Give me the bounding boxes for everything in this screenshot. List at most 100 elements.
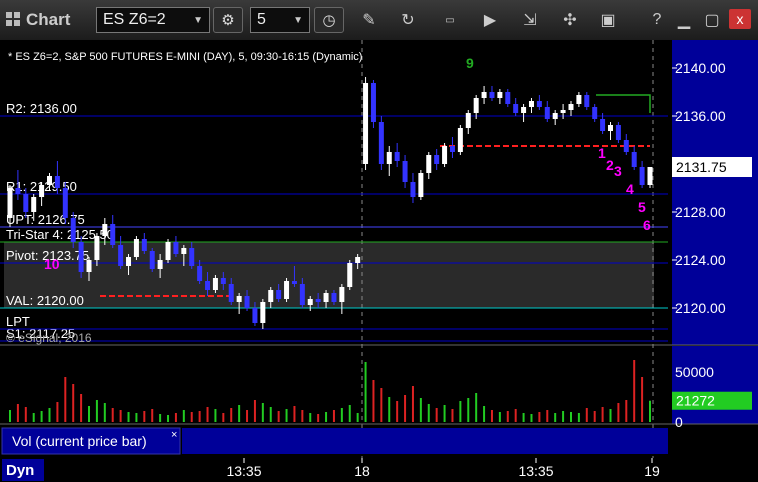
volume-legend-close[interactable]: × xyxy=(171,429,177,441)
candle-body xyxy=(15,188,21,194)
candle-body xyxy=(181,248,187,254)
chart-svg: R2: 2136.00R1: 2129.50UPT: 2126.75Tri-St… xyxy=(0,40,758,482)
candle-body xyxy=(402,161,408,182)
play-button[interactable]: ▶ xyxy=(478,7,502,33)
help-button[interactable]: ? xyxy=(645,7,669,33)
candle-body xyxy=(489,92,495,98)
candle-body xyxy=(394,152,400,161)
level-label: LPT xyxy=(6,314,30,329)
candle-body xyxy=(528,101,534,107)
candle-body xyxy=(592,107,598,119)
candle-body xyxy=(544,107,550,119)
symbol-input[interactable]: ES Z6=2 ▼ xyxy=(96,7,210,33)
candle-body xyxy=(355,257,361,263)
candle-body xyxy=(220,278,226,284)
chevron-down-icon[interactable]: ▼ xyxy=(193,15,203,26)
maximize-button[interactable]: ▢ xyxy=(700,7,724,33)
toolbar: Chart ES Z6=2 ▼ ⚙ 5 ▼ ◷ ✎ ↻ ▭ ▶ ⇲ ✣ ▣ ? ▁ … xyxy=(0,0,758,41)
refresh-button[interactable]: ↻ xyxy=(396,7,420,33)
link-button[interactable]: ⇲ xyxy=(518,7,542,33)
candle-body xyxy=(94,236,100,260)
candle-body xyxy=(7,188,13,218)
candle-body xyxy=(576,95,582,104)
interval-input[interactable]: 5 ▼ xyxy=(250,7,310,33)
candle-body xyxy=(228,284,234,302)
candle-body xyxy=(54,176,60,188)
clock-button[interactable]: ◷ xyxy=(314,7,344,33)
candle-body xyxy=(331,293,337,302)
candle-body xyxy=(236,296,242,302)
close-button[interactable]: x xyxy=(729,9,751,29)
settings-gear-button[interactable]: ⚙ xyxy=(213,7,243,33)
volume-tick-label: 50000 xyxy=(675,364,714,380)
candle-body xyxy=(212,278,218,290)
candle-body xyxy=(584,95,590,107)
link-icon: ⇲ xyxy=(523,12,537,29)
dyn-label: Dyn xyxy=(6,462,34,479)
help-icon: ? xyxy=(652,11,662,28)
get-button[interactable]: ▭ xyxy=(438,7,462,33)
candle-body xyxy=(639,167,645,185)
candle-body xyxy=(370,83,376,122)
candle-body xyxy=(126,257,132,266)
candle-body xyxy=(284,281,290,299)
volume-current-label: 21272 xyxy=(676,393,715,409)
monitor-icon: ▣ xyxy=(600,12,616,29)
candle-body xyxy=(205,281,211,290)
value-area-band xyxy=(4,242,654,308)
interval-value: 5 xyxy=(257,11,266,28)
candle-body xyxy=(78,242,84,272)
count-marker: 6 xyxy=(643,217,651,233)
clock-icon: ◷ xyxy=(322,12,336,29)
tools-button[interactable]: ✣ xyxy=(558,7,582,33)
x-tick-label: 19 xyxy=(644,463,660,479)
candle-body xyxy=(70,218,76,242)
candle-body xyxy=(197,266,203,281)
candle-body xyxy=(615,125,621,140)
volume-legend-label: Vol (current price bar) xyxy=(12,433,147,449)
candle-body xyxy=(434,155,440,164)
close-icon: x xyxy=(736,11,744,27)
count-marker: 5 xyxy=(638,199,646,215)
candle-body xyxy=(600,119,606,131)
candle-body xyxy=(410,182,416,197)
count-marker: 9 xyxy=(466,55,474,71)
refresh-icon: ↻ xyxy=(401,12,415,29)
candle-body xyxy=(86,260,92,272)
candle-body xyxy=(299,284,305,305)
monitor-button[interactable]: ▣ xyxy=(596,7,620,33)
price-tick-label: 2128.00 xyxy=(675,204,726,220)
level-label: R2: 2136.00 xyxy=(6,101,77,116)
watermark: © eSignal, 2016 xyxy=(6,331,92,345)
candle-body xyxy=(315,299,321,302)
candle-body xyxy=(110,224,116,245)
volume-legend-strip xyxy=(182,428,668,454)
candle-body xyxy=(260,302,266,323)
count-marker: 3 xyxy=(614,163,622,179)
count-marker: 2 xyxy=(606,157,614,173)
tools-icon: ✣ xyxy=(563,12,577,29)
volume-tick-label: 0 xyxy=(675,414,683,430)
candle-body xyxy=(457,128,463,152)
candle-body xyxy=(426,155,432,173)
candle-body xyxy=(449,146,455,152)
candle-body xyxy=(165,242,171,260)
minimize-button[interactable]: ▁ xyxy=(672,7,696,33)
candle-body xyxy=(62,188,68,218)
pencil-button[interactable]: ✎ xyxy=(357,7,381,33)
candle-body xyxy=(31,197,37,212)
candle-body xyxy=(23,194,29,212)
candle-body xyxy=(276,290,282,299)
candle-body xyxy=(568,104,574,110)
candle-body xyxy=(521,107,527,113)
level-label: VAL: 2120.00 xyxy=(6,293,84,308)
chevron-down-icon[interactable]: ▼ xyxy=(293,15,303,26)
count-marker: 1 xyxy=(598,145,606,161)
candle-body xyxy=(505,92,511,104)
maximize-icon: ▢ xyxy=(704,12,720,29)
candle-body xyxy=(473,98,479,113)
candle-body xyxy=(623,140,629,152)
candle-body xyxy=(102,224,108,236)
chart-window: Chart ES Z6=2 ▼ ⚙ 5 ▼ ◷ ✎ ↻ ▭ ▶ ⇲ ✣ ▣ ? ▁ … xyxy=(0,0,758,482)
candle-body xyxy=(323,293,329,302)
